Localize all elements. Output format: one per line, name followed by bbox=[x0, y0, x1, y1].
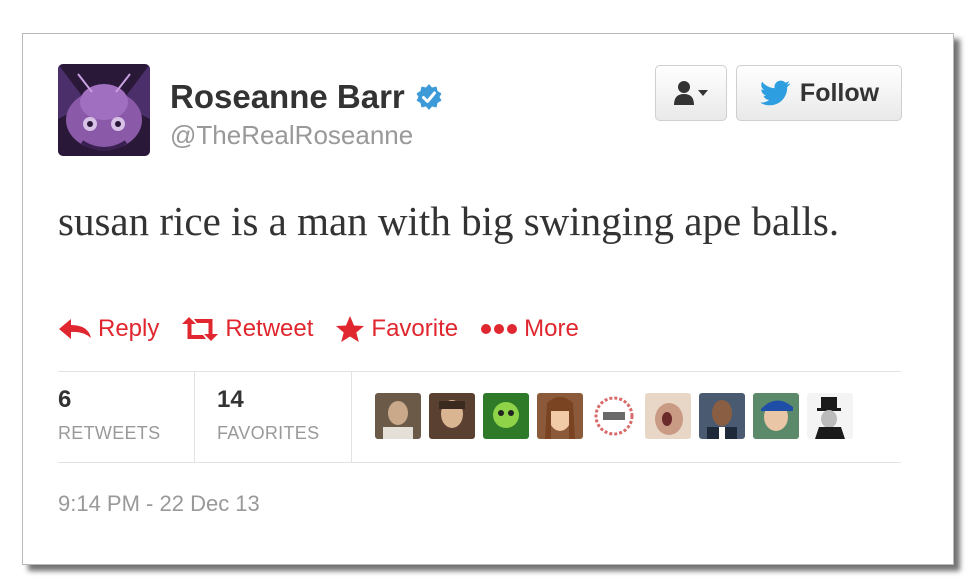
tweet-actions: Reply Retweet Favorite More bbox=[58, 315, 601, 343]
favoriter-avatar[interactable] bbox=[807, 393, 853, 439]
follow-button[interactable]: Follow bbox=[736, 65, 902, 121]
tweet-text: susan rice is a man with big swinging ap… bbox=[58, 198, 840, 244]
star-icon bbox=[336, 316, 365, 342]
more-label: More bbox=[524, 315, 579, 342]
favoriter-avatar[interactable] bbox=[537, 393, 583, 439]
profile-avatar[interactable] bbox=[58, 64, 150, 156]
person-icon bbox=[674, 81, 708, 105]
stats-top-divider bbox=[58, 371, 901, 372]
tweet-timestamp[interactable]: 9:14 PM - 22 Dec 13 bbox=[58, 491, 260, 517]
retweet-action[interactable]: Retweet bbox=[181, 315, 313, 343]
favorite-label: Favorite bbox=[371, 315, 459, 342]
favorite-action[interactable]: Favorite bbox=[335, 315, 458, 343]
user-actions-button[interactable] bbox=[655, 65, 727, 121]
verified-badge-icon bbox=[415, 83, 443, 111]
reply-label: Reply bbox=[98, 315, 160, 342]
favoriter-avatar[interactable] bbox=[375, 393, 421, 439]
favoriter-avatars bbox=[375, 393, 861, 439]
retweet-label: Retweet bbox=[225, 315, 314, 342]
twitter-bird-icon bbox=[760, 80, 791, 106]
user-name-row: Roseanne Barr bbox=[170, 78, 443, 116]
favorites-label: FAVORITES bbox=[217, 423, 320, 443]
retweets-count: 6 bbox=[58, 386, 72, 413]
favorites-stat[interactable]: 14 FAVORITES bbox=[217, 386, 319, 444]
stats-separator bbox=[351, 372, 352, 462]
favorites-count: 14 bbox=[217, 386, 244, 413]
reply-icon bbox=[59, 319, 91, 339]
user-name[interactable]: Roseanne Barr bbox=[170, 78, 405, 116]
stats-bottom-divider bbox=[58, 462, 901, 463]
tweet-card: Roseanne Barr @TheRealRoseanne Follow su… bbox=[22, 33, 954, 565]
more-action[interactable]: More bbox=[480, 315, 579, 343]
retweet-icon bbox=[182, 317, 219, 341]
purple-creature-avatar-icon bbox=[58, 64, 150, 156]
favoriter-avatar[interactable] bbox=[645, 393, 691, 439]
favoriter-avatar[interactable] bbox=[753, 393, 799, 439]
stats-separator bbox=[194, 372, 195, 462]
favoriter-avatar[interactable] bbox=[429, 393, 475, 439]
retweets-stat[interactable]: 6 RETWEETS bbox=[58, 386, 160, 444]
user-handle[interactable]: @TheRealRoseanne bbox=[170, 120, 413, 151]
retweets-label: RETWEETS bbox=[58, 423, 161, 443]
reply-action[interactable]: Reply bbox=[58, 315, 159, 343]
follow-button-label: Follow bbox=[799, 78, 880, 107]
more-dots-icon bbox=[481, 324, 518, 334]
favoriter-avatar[interactable] bbox=[591, 393, 637, 439]
favoriter-avatar[interactable] bbox=[699, 393, 745, 439]
favoriter-avatar[interactable] bbox=[483, 393, 529, 439]
